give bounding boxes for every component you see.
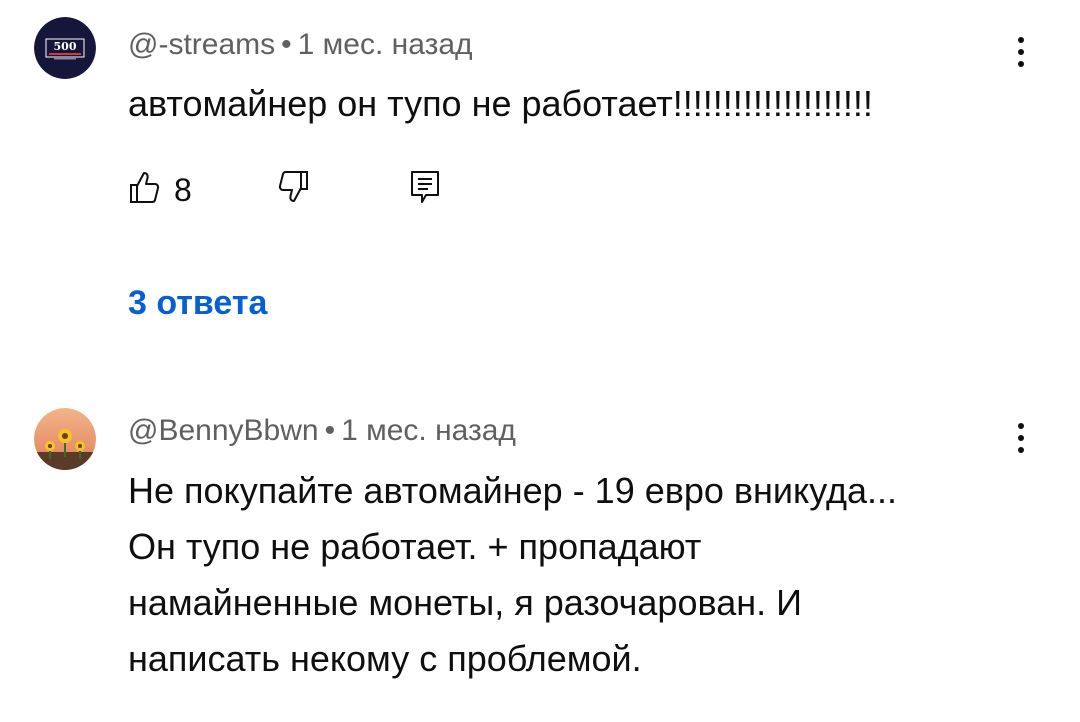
separator-dot: • bbox=[281, 28, 292, 61]
like-count: 8 bbox=[174, 172, 192, 208]
author-name[interactable]: @-streams bbox=[128, 28, 275, 61]
avatar[interactable] bbox=[34, 408, 96, 470]
comment-actions: 8 bbox=[128, 168, 528, 208]
comment-text: автомайнер он тупо не работает!!!!!!!!!!… bbox=[128, 83, 873, 124]
avatar-badge-text: 500 bbox=[54, 40, 77, 53]
comment-text-line: написать некому с проблемой. bbox=[128, 638, 642, 679]
like-icon[interactable] bbox=[128, 170, 160, 204]
separator-dot: • bbox=[324, 414, 336, 447]
replies-link[interactable]: 3 ответа bbox=[128, 284, 267, 323]
comment-text-line: Не покупайте автомайнер - 19 евро вникуд… bbox=[128, 470, 898, 511]
author-name[interactable]: @BennyBbwn bbox=[128, 414, 319, 447]
comment-text-line: намайненные монеты, я разочарован. И bbox=[128, 582, 802, 623]
comment-text-line: Он тупо не работает. + пропадают bbox=[128, 526, 702, 567]
comment-meta: @BennyBbwn • 1 мес. назад bbox=[128, 414, 516, 448]
comment-time: 1 мес. назад bbox=[297, 28, 473, 61]
more-vert-icon[interactable] bbox=[1014, 37, 1028, 67]
more-vert-icon[interactable] bbox=[1014, 423, 1028, 453]
comment-time: 1 мес. назад bbox=[341, 414, 516, 447]
dislike-icon[interactable] bbox=[276, 170, 310, 204]
reply-icon[interactable] bbox=[410, 170, 440, 204]
comment-text: Не покупайте автомайнер - 19 евро вникуд… bbox=[128, 463, 1008, 687]
avatar[interactable]: 500 bbox=[34, 17, 96, 79]
comment-meta: @-streams • 1 мес. назад bbox=[128, 28, 473, 62]
